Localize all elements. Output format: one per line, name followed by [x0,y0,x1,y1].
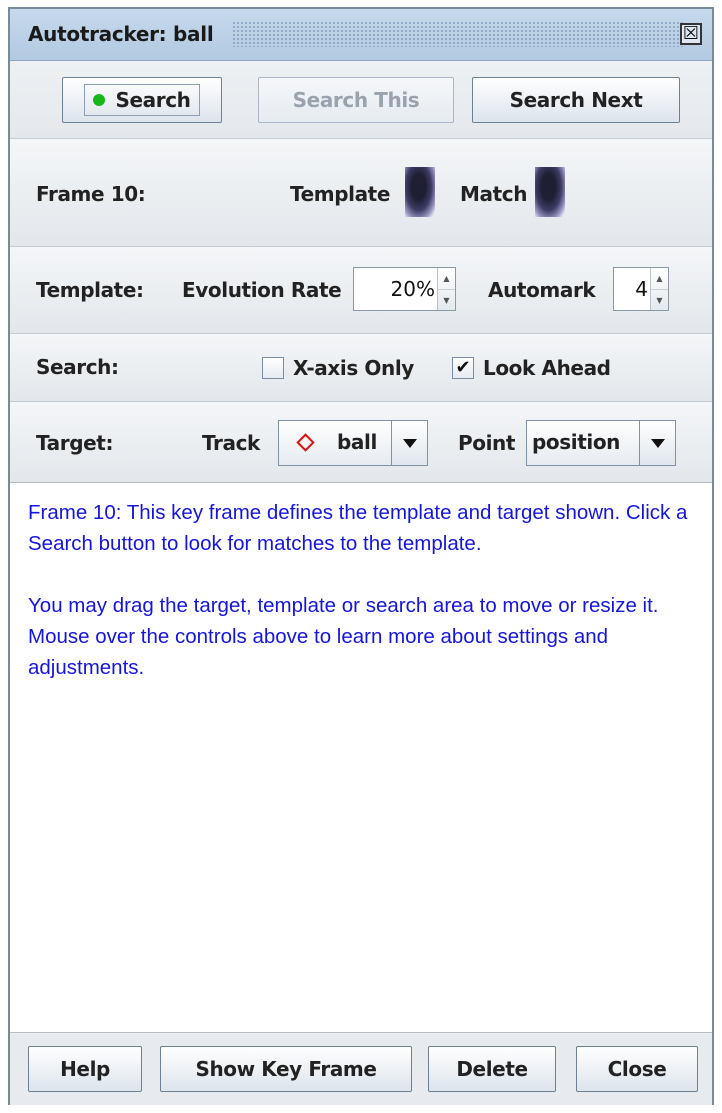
point-selected-value: position [532,430,621,454]
search-button-focus: Search [84,84,200,116]
chevron-down-icon [402,438,417,448]
frame-row: Frame 10: Template Match [10,138,712,246]
target-row: Target: Track ball Point position [10,401,712,482]
frame-label: Frame 10: [36,182,146,206]
evolution-rate-value: 20% [390,277,435,301]
template-image-label: Template [290,182,390,206]
search-button-label: Search [115,88,191,112]
footer-buttons-row: Help Show Key Frame Delete Close [10,1034,712,1105]
target-label: Target: [36,431,114,455]
match-image [535,167,565,217]
track-diamond-icon [296,433,315,452]
xaxis-only-checkbox[interactable] [262,357,284,379]
search-status-dot-icon [93,94,106,106]
evolution-rate-arrows[interactable]: ▲ ▼ [437,268,455,310]
template-row: Template: Evolution Rate 20% ▲ ▼ Automar… [10,246,712,333]
point-label: Point [458,431,516,455]
track-selected-value: ball [337,430,377,454]
track-dropdown[interactable]: ball [278,420,428,466]
instructions-paragraph-1: Frame 10: This key frame defines the tem… [28,501,688,555]
automark-label: Automark [488,278,596,302]
automark-value: 4 [635,277,648,301]
automark-spinner[interactable]: 4 ▲ ▼ [613,267,669,311]
search-button[interactable]: Search [62,77,222,123]
delete-button[interactable]: Delete [428,1046,556,1092]
autotracker-window: Autotracker: ball ☒ Search Search This S… [8,7,714,1105]
spinner-down-icon[interactable]: ▼ [438,289,455,310]
xaxis-only-label[interactable]: X-axis Only [293,356,414,380]
track-dropdown-arrow[interactable] [391,421,427,465]
template-image [405,167,435,217]
close-button[interactable]: Close [576,1046,698,1092]
spinner-down-icon[interactable]: ▼ [651,289,668,310]
track-label: Track [202,431,260,455]
template-settings-label: Template: [36,278,144,302]
point-dropdown-arrow[interactable] [639,421,675,465]
search-buttons-row: Search Search This Search Next [10,61,712,138]
search-options-label: Search: [36,355,119,379]
search-next-button[interactable]: Search Next [472,77,680,123]
help-button[interactable]: Help [28,1046,142,1092]
chevron-down-icon [650,438,665,448]
point-dropdown[interactable]: position [526,420,676,466]
spinner-up-icon[interactable]: ▲ [438,268,455,289]
search-this-button[interactable]: Search This [258,77,454,123]
close-window-icon[interactable]: ☒ [680,23,702,45]
look-ahead-label[interactable]: Look Ahead [483,356,611,380]
window-title: Autotracker: ball [28,22,214,46]
evolution-rate-spinner[interactable]: 20% ▲ ▼ [353,267,456,311]
instructions-paragraph-2: You may drag the target, template or sea… [28,594,659,679]
look-ahead-checkbox[interactable]: ✔ [452,357,474,379]
title-bar-grip [232,21,684,47]
title-bar[interactable]: Autotracker: ball ☒ [10,9,712,61]
automark-arrows[interactable]: ▲ ▼ [650,268,668,310]
spinner-up-icon[interactable]: ▲ [651,268,668,289]
instructions-text-area[interactable]: Frame 10: This key frame defines the tem… [10,482,712,1033]
match-image-label: Match [460,182,528,206]
evolution-rate-label: Evolution Rate [182,278,342,302]
search-options-row: Search: X-axis Only ✔ Look Ahead [10,333,712,401]
show-key-frame-button[interactable]: Show Key Frame [160,1046,412,1092]
